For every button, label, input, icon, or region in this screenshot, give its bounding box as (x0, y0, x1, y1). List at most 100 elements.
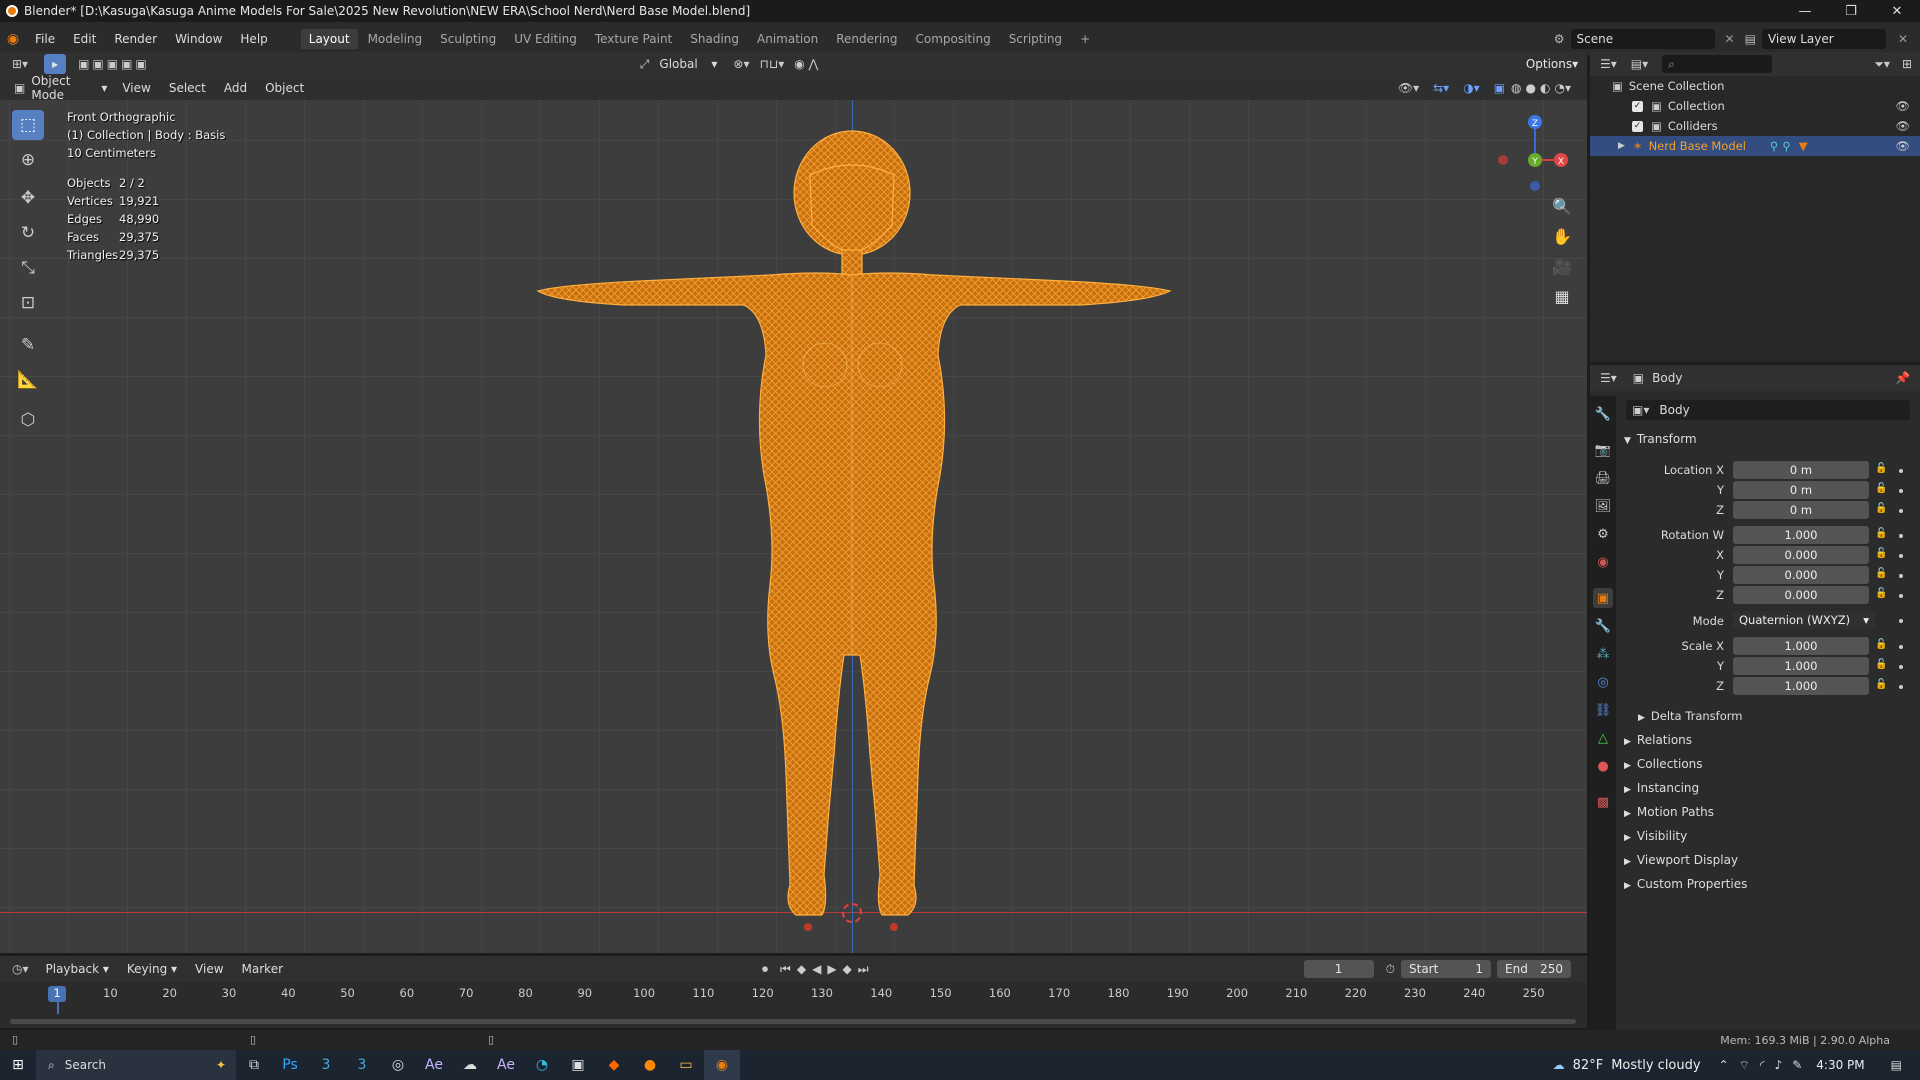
constraints-tab-icon[interactable]: ⛓ (1593, 700, 1613, 720)
firefox-icon[interactable]: ● (632, 1050, 668, 1080)
pin-icon[interactable]: 📌 (1895, 371, 1910, 385)
visibility-panel[interactable]: ▶ Visibility (1624, 829, 1687, 843)
menu-help[interactable]: Help (231, 32, 276, 46)
add-cube-tool-icon[interactable]: ⬡ (12, 405, 44, 435)
new-collection-icon[interactable]: ⊞ (1902, 57, 1912, 71)
eye-icon[interactable]: 👁 (1895, 99, 1910, 113)
filter-icon[interactable]: ⏷▾ (1874, 57, 1890, 72)
snap-icon[interactable]: ⊓⊔▾ (759, 57, 784, 71)
maximize-button[interactable]: ❐ (1828, 0, 1874, 22)
physics-tab-icon[interactable]: ◎ (1593, 672, 1613, 692)
relations-panel[interactable]: ▶ Relations (1624, 733, 1692, 747)
tab-layout[interactable]: Layout (300, 28, 358, 49)
select-mode-icons[interactable]: ▣▣▣▣▣ (78, 57, 150, 71)
xray-toggle-icon[interactable]: ▣ (1494, 81, 1505, 95)
view-layer-selector[interactable]: View Layer (1761, 28, 1886, 49)
select-tool-icon[interactable]: ⬚ (12, 110, 44, 140)
tray-chevron-icon[interactable]: ⌃ (1719, 1058, 1729, 1072)
windows-start-icon[interactable]: ⊞ (0, 1050, 36, 1080)
properties-editor-icon[interactable]: ☰▾ (1600, 371, 1617, 385)
outliner-editor-icon[interactable]: ☰▾ (1600, 57, 1617, 71)
keyframe-dot-icon[interactable] (1899, 534, 1903, 538)
tab-shading[interactable]: Shading (682, 29, 747, 49)
render-tab-icon[interactable]: 📷 (1593, 440, 1613, 460)
3d-viewport[interactable]: Front Orthographic (1) Collection | Body… (0, 100, 1587, 953)
rotate-tool-icon[interactable]: ↻ (12, 218, 44, 248)
mesh-data-icon[interactable]: ▼ (1799, 139, 1808, 153)
keyframe-dot-icon[interactable] (1899, 619, 1903, 623)
outliner-scene-collection[interactable]: ▣ Scene Collection (1590, 76, 1920, 96)
measure-tool-icon[interactable]: 📐 (12, 365, 44, 395)
object-mode-dropdown[interactable]: Object Mode ▾ (25, 74, 114, 102)
material-tab-icon[interactable]: ● (1593, 756, 1613, 776)
scale-z-field[interactable]: 1.000 (1733, 677, 1869, 695)
wifi-icon[interactable]: ◜ (1760, 1058, 1765, 1072)
scale-tool-icon[interactable]: ⤡ (12, 253, 44, 283)
viewport-menu-object[interactable]: Object (256, 81, 313, 95)
object-name-field[interactable]: ▣▾ Body (1626, 400, 1910, 420)
options-button[interactable]: Options ▾ (1523, 54, 1581, 74)
view-layer-tab-icon[interactable]: 🖼 (1593, 496, 1613, 516)
eye-icon[interactable]: 👁 (1895, 119, 1910, 133)
rotation-x-field[interactable]: 0.000 (1733, 546, 1869, 564)
scene-tab-icon[interactable]: ⚙ (1593, 524, 1613, 544)
tab-animation[interactable]: Animation (749, 29, 826, 49)
pan-hand-icon[interactable]: ✋ (1548, 222, 1576, 250)
select-box-tool-icon[interactable]: ▸ (44, 54, 67, 74)
display-mode-icon[interactable]: ▤▾ (1631, 57, 1648, 71)
rotation-mode-dropdown[interactable]: Quaternion (WXYZ) ▾ (1733, 611, 1875, 629)
move-tool-icon[interactable]: ✥ (12, 183, 44, 213)
tab-uv-editing[interactable]: UV Editing (506, 29, 585, 49)
app-icon[interactable]: ☁ (452, 1050, 488, 1080)
network-icon[interactable]: ⌔ (1739, 1058, 1750, 1073)
weather-icon[interactable]: ☁ (1553, 1058, 1565, 1072)
viewport-menu-view[interactable]: View (113, 81, 159, 95)
lock-icon[interactable]: 🔓 (1875, 588, 1887, 599)
camera-app-icon[interactable]: ◎ (380, 1050, 416, 1080)
keyframe-dot-icon[interactable] (1899, 509, 1903, 513)
data-tab-icon[interactable]: △ (1593, 728, 1613, 748)
viewport-display-panel[interactable]: ▶ Viewport Display (1624, 853, 1738, 867)
weather-text[interactable]: Mostly cloudy (1611, 1058, 1700, 1073)
location-x-field[interactable]: 0 m (1733, 461, 1869, 479)
custom-properties-panel[interactable]: ▶ Custom Properties (1624, 877, 1747, 891)
particles-tab-icon[interactable]: ⁂ (1593, 644, 1613, 664)
menu-file[interactable]: File (26, 32, 64, 46)
app-icon[interactable]: 3 (308, 1050, 344, 1080)
modifier-tab-icon[interactable]: 🔧 (1593, 616, 1613, 636)
viewport-menu-select[interactable]: Select (160, 81, 215, 95)
lock-icon[interactable]: 🔓 (1875, 483, 1887, 494)
3d-cursor-icon[interactable] (842, 903, 862, 923)
gizmo-toggle-icon[interactable]: ⇆▾ (1433, 81, 1449, 95)
checkbox-icon[interactable]: ✓ (1632, 100, 1643, 112)
pen-icon[interactable]: ✎ (1792, 1058, 1802, 1072)
keyframe-dot-icon[interactable] (1899, 645, 1903, 649)
lock-icon[interactable]: 🔓 (1875, 659, 1887, 670)
proportional-edit-icon[interactable]: ◉ ⋀ (794, 57, 818, 71)
keyframe-dot-icon[interactable] (1899, 554, 1903, 558)
timeline-scrollbar[interactable] (10, 1019, 1576, 1024)
expand-arrow-icon[interactable]: ▶ (1618, 141, 1625, 151)
keyframe-dot-icon[interactable] (1899, 594, 1903, 598)
outliner-item-colliders[interactable]: ✓ ▣ Colliders 👁 (1590, 116, 1920, 136)
scene-icon[interactable]: ⚙ (1554, 32, 1565, 46)
visibility-icon[interactable]: 👁▾ (1398, 81, 1419, 95)
tab-sculpting[interactable]: Sculpting (432, 29, 504, 49)
armature-data-icon[interactable]: ⚲⚲ (1770, 139, 1795, 153)
view-layer-close-icon[interactable]: ✕ (1898, 32, 1908, 46)
annotate-tool-icon[interactable]: ✎ (12, 330, 44, 360)
keyframe-dot-icon[interactable] (1899, 489, 1903, 493)
photoshop-icon[interactable]: Ps (272, 1050, 308, 1080)
scale-x-field[interactable]: 1.000 (1733, 637, 1869, 655)
scale-y-field[interactable]: 1.000 (1733, 657, 1869, 675)
lock-icon[interactable]: 🔓 (1875, 528, 1887, 539)
delta-transform-subpanel[interactable]: ▶ Delta Transform (1638, 709, 1742, 723)
location-y-field[interactable]: 0 m (1733, 481, 1869, 499)
timeline-area[interactable]: 1 10 20 30 40 50 60 70 80 90 100 110 120 130 140 150 160… (0, 982, 1587, 1028)
collections-panel[interactable]: ▶ Collections (1624, 757, 1703, 771)
keyframe-dot-icon[interactable] (1899, 665, 1903, 669)
blender-taskbar-icon[interactable]: ◉ (704, 1050, 740, 1080)
object-tab-icon[interactable]: ▣ (1593, 588, 1613, 608)
menu-window[interactable]: Window (166, 32, 231, 46)
cursor-tool-icon[interactable]: ⊕ (12, 145, 44, 175)
